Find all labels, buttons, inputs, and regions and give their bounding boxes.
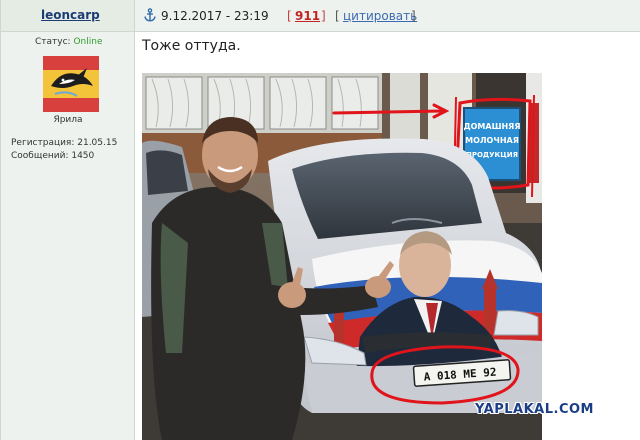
- rating-bracket-open: [: [287, 9, 292, 23]
- shop-sign-line2: МОЛОЧНАЯ: [465, 136, 519, 145]
- quote-bracket-close: ]: [411, 9, 416, 23]
- status-label: Статус:: [35, 37, 71, 47]
- post-photo[interactable]: ДОМАШНЯЯ МОЛОЧНАЯ ПРОДУКЦИЯ А 018 МЕ 92: [142, 73, 542, 440]
- post-text: Тоже оттуда.: [142, 38, 241, 54]
- user-status: Статус: Online: [35, 37, 103, 47]
- post-author-header: leoncarp: [1, 0, 135, 32]
- post-rating-link[interactable]: 911: [295, 9, 320, 23]
- quote-link[interactable]: цитировать: [343, 9, 417, 23]
- post-date: 9.12.2017 - 23:19: [161, 9, 269, 23]
- rating-bracket-close: ]: [321, 9, 326, 23]
- user-title: Ярила: [53, 115, 83, 125]
- user-info-panel: Статус: Online Ярила Регистрация: 21.05.…: [1, 32, 135, 440]
- forum-post: leoncarp 9.12.2017 - 23:19 [ 911 ] [ цит…: [0, 0, 640, 440]
- quote-bracket-open: [: [335, 9, 340, 23]
- shop-sign-line1: ДОМАШНЯЯ: [464, 122, 521, 131]
- user-avatar[interactable]: [43, 56, 99, 112]
- user-message-count: Сообщений: 1450: [11, 151, 95, 161]
- anchor-icon[interactable]: [143, 8, 157, 22]
- post-meta-header: 9.12.2017 - 23:19 [ 911 ] [ цитировать ]: [135, 0, 640, 32]
- author-nickname-link[interactable]: leoncarp: [41, 8, 100, 22]
- status-online: Online: [73, 37, 103, 47]
- user-registration: Регистрация: 21.05.15: [11, 138, 118, 148]
- yaplakal-watermark: YAPLAKAL.COM: [475, 402, 594, 417]
